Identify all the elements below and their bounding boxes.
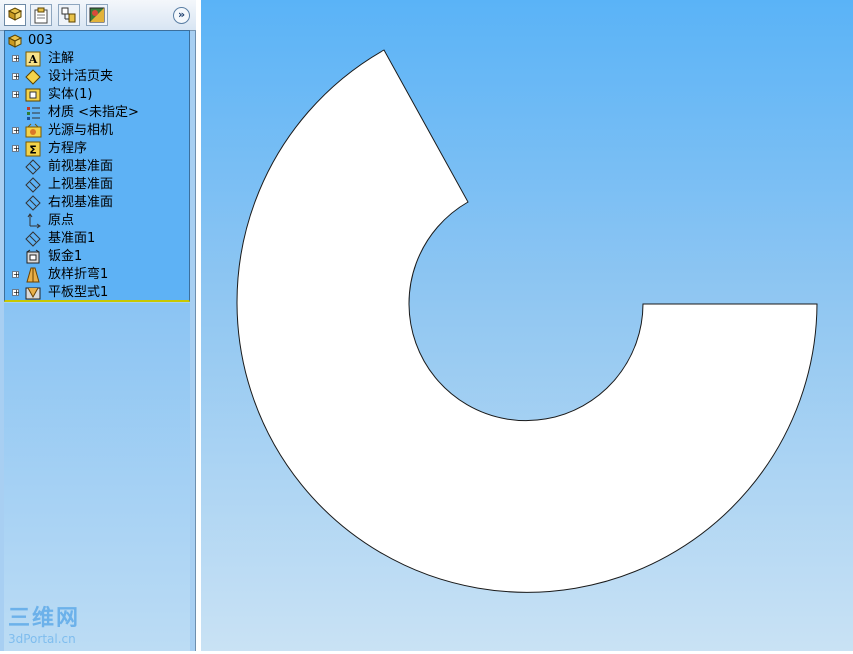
- flat-pattern-icon: [25, 287, 41, 300]
- expand-toggle[interactable]: +: [12, 73, 20, 81]
- tree-item-right-plane[interactable]: 右视基准面: [5, 194, 189, 212]
- tree-item-sheet-metal[interactable]: 钣金1: [5, 248, 189, 266]
- plane-icon: [25, 195, 41, 211]
- svg-text:A: A: [28, 53, 38, 66]
- feature-tree: 003 + A 注解 + 设计活页夹 + 实体(1) 材质 <未指定> + 光源…: [4, 30, 190, 302]
- manager-tabs: »: [0, 0, 196, 31]
- tree-item-solid-bodies[interactable]: + 实体(1): [5, 86, 189, 104]
- tree-item-label: 原点: [48, 213, 75, 228]
- tree-item-label: 放样折弯1: [48, 267, 109, 282]
- plane-icon: [25, 231, 41, 247]
- tree-item-label: 右视基准面: [48, 195, 114, 210]
- expand-toggle[interactable]: +: [12, 127, 20, 135]
- material-icon: [27, 107, 40, 120]
- tree-item-equations[interactable]: + Σ 方程序: [5, 140, 189, 158]
- svg-text:Σ: Σ: [29, 144, 37, 157]
- watermark-logo: 三维网 3dPortal.cn: [8, 600, 118, 646]
- tree-item-material[interactable]: 材质 <未指定>: [5, 104, 189, 122]
- tree-item-design-binder[interactable]: + 设计活页夹: [5, 68, 189, 86]
- lofted-bend-icon: [26, 267, 40, 283]
- tree-item-lofted-bend[interactable]: + 放样折弯1: [5, 266, 189, 284]
- tree-item-label: 方程序: [48, 141, 88, 156]
- annular-sector-shape[interactable]: [236, 49, 818, 593]
- tree-root-label: 003: [28, 33, 53, 48]
- lights-cameras-icon: [25, 123, 42, 138]
- origin-icon: [27, 213, 41, 229]
- tree-item-label: 平板型式1: [48, 285, 109, 300]
- expand-panel-button[interactable]: »: [173, 7, 190, 24]
- display-manager-icon: [89, 7, 105, 23]
- tab-configuration-manager[interactable]: [58, 4, 80, 26]
- tree-item-front-plane[interactable]: 前视基准面: [5, 158, 189, 176]
- property-manager-icon: [34, 7, 48, 24]
- tab-display-manager[interactable]: [86, 4, 108, 26]
- watermark-line1: 三维网: [8, 606, 81, 631]
- graphics-area[interactable]: [201, 0, 853, 651]
- tab-feature-manager[interactable]: [4, 4, 26, 26]
- tree-item-label: 材质 <未指定>: [48, 105, 139, 120]
- feature-manager-panel: » 003 + A 注解 + 设计活页夹 + 实体(1) 材质 <未指定> + …: [0, 0, 196, 651]
- tree-item-origin[interactable]: 原点: [5, 212, 189, 230]
- tree-item-label: 前视基准面: [48, 159, 114, 174]
- tree-root[interactable]: 003: [5, 32, 189, 50]
- expand-toggle[interactable]: +: [12, 91, 20, 99]
- expand-toggle[interactable]: +: [12, 289, 20, 297]
- expand-toggle[interactable]: +: [12, 271, 20, 279]
- tree-item-label: 基准面1: [48, 231, 96, 246]
- tree-item-label: 上视基准面: [48, 177, 114, 192]
- expand-label: »: [177, 8, 186, 21]
- solid-bodies-icon: [25, 88, 41, 102]
- plane-icon: [25, 177, 41, 193]
- configuration-manager-icon: [61, 7, 76, 23]
- tree-item-top-plane[interactable]: 上视基准面: [5, 176, 189, 194]
- watermark-line2: 3dPortal.cn: [8, 632, 76, 646]
- sheet-metal-icon: [26, 249, 40, 264]
- tree-item-label: 光源与相机: [48, 123, 114, 138]
- tree-item-label: 钣金1: [48, 249, 83, 264]
- plane-icon: [25, 159, 41, 175]
- panel-empty-area: [4, 303, 190, 651]
- tab-property-manager[interactable]: [30, 4, 52, 26]
- tree-item-annotations[interactable]: + A 注解: [5, 50, 189, 68]
- feature-manager-icon: [7, 7, 23, 21]
- tree-item-label: 注解: [48, 51, 75, 66]
- annotations-icon: A: [25, 51, 41, 67]
- equations-icon: Σ: [25, 141, 41, 157]
- tree-item-flat-pattern[interactable]: + 平板型式1: [5, 284, 189, 302]
- tree-item-lights-cameras[interactable]: + 光源与相机: [5, 122, 189, 140]
- tree-item-label: 实体(1): [48, 87, 93, 102]
- expand-toggle[interactable]: +: [12, 145, 20, 153]
- tree-item-plane1[interactable]: 基准面1: [5, 230, 189, 248]
- expand-toggle[interactable]: +: [12, 55, 20, 63]
- part-model[interactable]: [201, 0, 853, 651]
- part-icon: [7, 34, 23, 48]
- tree-item-label: 设计活页夹: [48, 69, 114, 84]
- design-binder-icon: [25, 69, 41, 85]
